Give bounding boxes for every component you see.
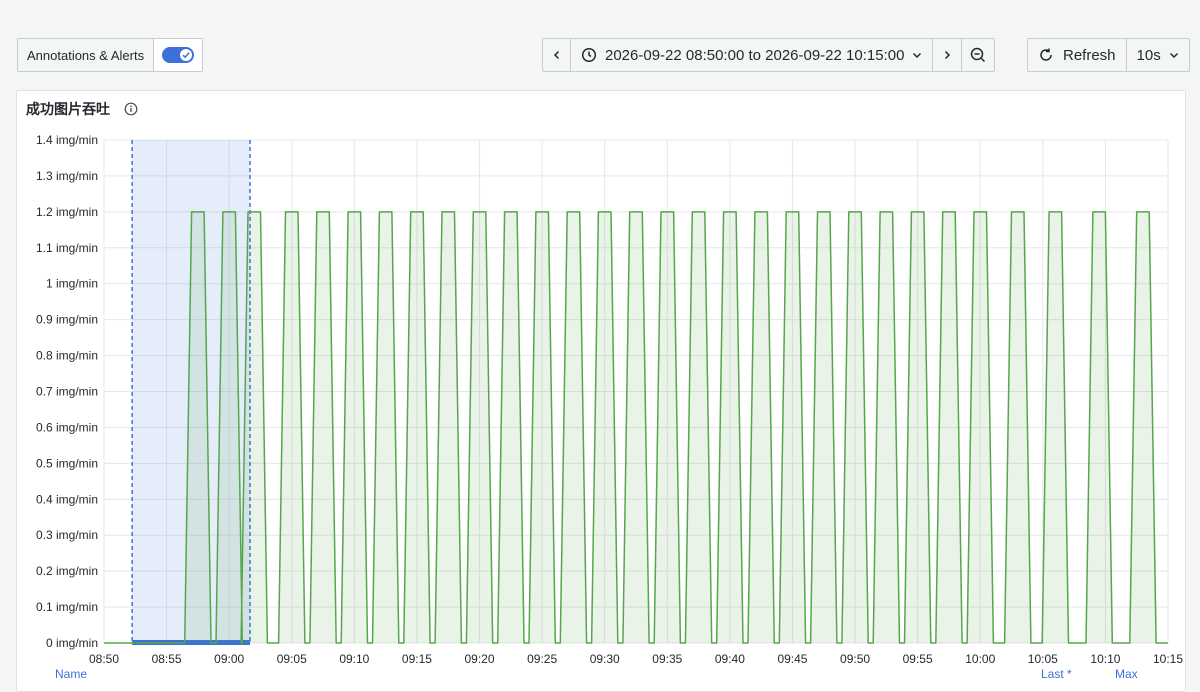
x-tick-label: 09:00 bbox=[214, 652, 244, 666]
x-tick-label: 10:00 bbox=[965, 652, 995, 666]
y-tick-label: 0.6 img/min bbox=[36, 420, 98, 434]
annotations-alerts-label: Annotations & Alerts bbox=[18, 39, 155, 71]
x-tick-label: 09:10 bbox=[339, 652, 369, 666]
refresh-label: Refresh bbox=[1063, 46, 1116, 64]
y-tick-label: 1 img/min bbox=[46, 277, 98, 291]
y-tick-label: 0.1 img/min bbox=[36, 600, 98, 614]
x-tick-label: 09:20 bbox=[465, 652, 495, 666]
chevron-down-icon bbox=[1169, 52, 1178, 59]
refresh-button[interactable]: Refresh bbox=[1028, 39, 1127, 71]
x-tick-label: 10:10 bbox=[1090, 652, 1120, 666]
x-tick-label: 09:15 bbox=[402, 652, 432, 666]
time-range-picker[interactable]: 2026-09-22 08:50:00 to 2026-09-22 10:15:… bbox=[571, 39, 934, 71]
x-tick-label: 09:05 bbox=[277, 652, 307, 666]
refresh-interval-value: 10s bbox=[1136, 46, 1161, 64]
x-tick-label: 09:50 bbox=[840, 652, 870, 666]
y-tick-label: 0.8 img/min bbox=[36, 349, 98, 363]
refresh-interval-select[interactable]: 10s bbox=[1127, 39, 1189, 71]
y-tick-label: 0.2 img/min bbox=[36, 564, 98, 578]
x-tick-label: 10:15 bbox=[1153, 652, 1183, 666]
throughput-chart[interactable]: 0 img/min 0.1 img/min 0.2 img/min 0.3 img/m… bbox=[17, 91, 1185, 691]
y-tick-label: 1.2 img/min bbox=[36, 205, 98, 219]
chevron-down-icon bbox=[913, 52, 922, 59]
time-back-button[interactable] bbox=[543, 39, 571, 71]
dashboard-toolbar: Annotations & Alerts 2026-09-22 08:50:00… bbox=[0, 0, 1200, 90]
legend-header-name[interactable]: Name bbox=[55, 667, 87, 681]
annotations-alerts-control: Annotations & Alerts bbox=[17, 38, 204, 72]
timeseries-panel: 成功图片吞吐 0 img/min 0.1 img/min 0.2 img/min 0.… bbox=[16, 90, 1186, 692]
chevron-right-icon bbox=[945, 50, 951, 60]
time-forward-button[interactable] bbox=[933, 39, 963, 71]
y-tick-label: 0 img/min bbox=[46, 636, 98, 650]
x-tick-label: 08:50 bbox=[89, 652, 119, 666]
clock-icon bbox=[581, 47, 597, 63]
zoom-out-button[interactable] bbox=[962, 39, 994, 71]
x-tick-label: 09:35 bbox=[652, 652, 682, 666]
legend-header-last[interactable]: Last * bbox=[1041, 667, 1072, 681]
x-tick-label: 09:40 bbox=[715, 652, 745, 666]
x-tick-label: 09:30 bbox=[590, 652, 620, 666]
x-tick-label: 09:25 bbox=[527, 652, 557, 666]
zoom-out-icon bbox=[971, 47, 986, 63]
check-icon bbox=[180, 49, 193, 61]
y-tick-label: 0.7 img/min bbox=[36, 385, 98, 399]
annotations-toggle[interactable] bbox=[162, 47, 195, 63]
y-tick-label: 1.1 img/min bbox=[36, 241, 98, 255]
refresh-icon bbox=[1040, 48, 1052, 61]
refresh-picker-group: Refresh 10s bbox=[1027, 38, 1190, 72]
x-tick-label: 08:55 bbox=[152, 652, 182, 666]
chevron-left-icon bbox=[553, 50, 559, 60]
x-tick-label: 09:55 bbox=[903, 652, 933, 666]
x-tick-label: 09:45 bbox=[777, 652, 807, 666]
time-picker-group: 2026-09-22 08:50:00 to 2026-09-22 10:15:… bbox=[542, 38, 996, 72]
legend-header-max[interactable]: Max bbox=[1115, 667, 1138, 681]
annotations-toggle-container[interactable] bbox=[154, 39, 203, 71]
y-tick-label: 0.3 img/min bbox=[36, 528, 98, 542]
y-tick-label: 0.9 img/min bbox=[36, 313, 98, 327]
y-tick-label: 0.5 img/min bbox=[36, 456, 98, 470]
y-tick-label: 1.4 img/min bbox=[36, 133, 98, 147]
time-range-text: 2026-09-22 08:50:00 to 2026-09-22 10:15:… bbox=[605, 46, 905, 64]
x-tick-label: 10:05 bbox=[1028, 652, 1058, 666]
y-tick-label: 0.4 img/min bbox=[36, 492, 98, 506]
y-tick-label: 1.3 img/min bbox=[36, 169, 98, 183]
